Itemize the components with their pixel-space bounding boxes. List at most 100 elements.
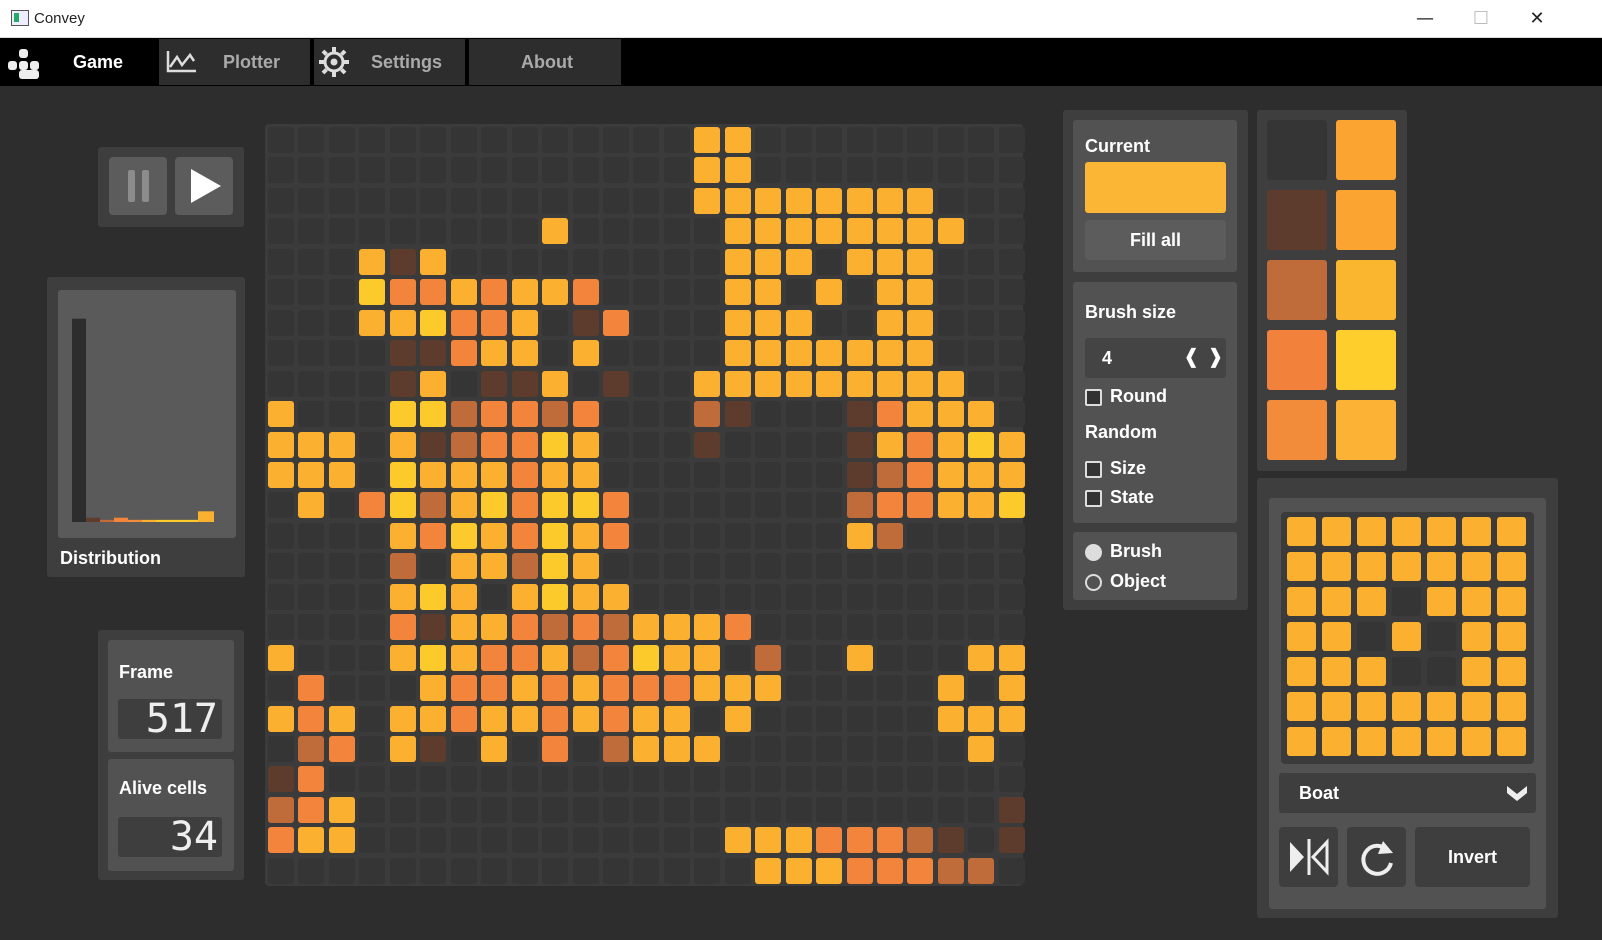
board-cell[interactable] (602, 309, 629, 336)
board-cell[interactable] (542, 340, 569, 367)
board-cell[interactable] (359, 522, 386, 549)
board-cell[interactable] (481, 492, 508, 519)
board-cell[interactable] (937, 127, 964, 153)
board-cell[interactable] (359, 248, 386, 275)
board-cell[interactable] (968, 340, 995, 367)
board-cell[interactable] (877, 705, 903, 732)
board-cell[interactable] (602, 705, 629, 732)
board-cell[interactable] (602, 766, 629, 793)
board-cell[interactable] (481, 644, 508, 671)
board-cell[interactable] (633, 157, 660, 184)
board-cell[interactable] (968, 157, 995, 184)
board-cell[interactable] (998, 644, 1025, 671)
board-cell[interactable] (359, 370, 386, 397)
board-cell[interactable] (450, 309, 477, 336)
board-cell[interactable] (602, 127, 629, 153)
board-cell[interactable] (359, 218, 386, 245)
board-cell[interactable] (998, 614, 1025, 641)
board-cell[interactable] (816, 766, 843, 793)
board-cell[interactable] (359, 644, 386, 671)
board-cell[interactable] (420, 492, 447, 519)
board-cell[interactable] (694, 736, 721, 762)
board-cell[interactable] (694, 553, 721, 580)
board-cell[interactable] (937, 340, 964, 367)
board-cell[interactable] (298, 401, 325, 428)
board-cell[interactable] (755, 431, 782, 458)
board-cell[interactable] (937, 431, 964, 458)
board-cell[interactable] (937, 187, 964, 214)
board-cell[interactable] (633, 644, 660, 671)
board-cell[interactable] (481, 766, 508, 793)
board-cell[interactable] (694, 309, 721, 336)
board-cell[interactable] (907, 675, 934, 702)
board-cell[interactable] (724, 492, 751, 519)
board-cell[interactable] (724, 157, 751, 184)
board-cell[interactable] (663, 614, 690, 641)
board-cell[interactable] (511, 644, 538, 671)
board-cell[interactable] (602, 857, 629, 884)
board-cell[interactable] (907, 644, 934, 671)
board-cell[interactable] (998, 218, 1025, 245)
board-cell[interactable] (724, 461, 751, 488)
board-cell[interactable] (846, 857, 873, 884)
board-cell[interactable] (450, 370, 477, 397)
board-cell[interactable] (755, 157, 782, 184)
board-cell[interactable] (846, 401, 873, 428)
board-cell[interactable] (816, 644, 843, 671)
board-cell[interactable] (298, 492, 325, 519)
board-cell[interactable] (877, 796, 903, 823)
board-cell[interactable] (907, 401, 934, 428)
board-cell[interactable] (816, 705, 843, 732)
board-cell[interactable] (968, 827, 995, 854)
board-cell[interactable] (481, 796, 508, 823)
board-cell[interactable] (572, 675, 599, 702)
board-cell[interactable] (816, 248, 843, 275)
board-cell[interactable] (816, 187, 843, 214)
board-cell[interactable] (724, 857, 751, 884)
board-cell[interactable] (389, 127, 416, 153)
board-cell[interactable] (389, 279, 416, 306)
board-cell[interactable] (816, 370, 843, 397)
board-cell[interactable] (572, 614, 599, 641)
board-cell[interactable] (359, 796, 386, 823)
increase-size-icon[interactable]: ❱ (1207, 344, 1224, 369)
board-cell[interactable] (298, 340, 325, 367)
board-cell[interactable] (359, 857, 386, 884)
board-cell[interactable] (937, 827, 964, 854)
board-cell[interactable] (511, 675, 538, 702)
board-cell[interactable] (998, 705, 1025, 732)
board-cell[interactable] (481, 736, 508, 762)
board-cell[interactable] (450, 796, 477, 823)
board-cell[interactable] (298, 857, 325, 884)
board-cell[interactable] (968, 736, 995, 762)
board-cell[interactable] (937, 157, 964, 184)
board-cell[interactable] (602, 644, 629, 671)
board-cell[interactable] (785, 279, 812, 306)
board-cell[interactable] (542, 492, 569, 519)
board-cell[interactable] (298, 614, 325, 641)
board-cell[interactable] (511, 309, 538, 336)
board-cell[interactable] (328, 461, 355, 488)
board-cell[interactable] (298, 431, 325, 458)
board-cell[interactable] (968, 248, 995, 275)
board-cell[interactable] (907, 522, 934, 549)
board-cell[interactable] (694, 461, 721, 488)
board-cell[interactable] (907, 248, 934, 275)
board-cell[interactable] (328, 492, 355, 519)
board-cell[interactable] (633, 796, 660, 823)
board-cell[interactable] (785, 827, 812, 854)
board-cell[interactable] (907, 583, 934, 610)
board-cell[interactable] (785, 675, 812, 702)
board-cell[interactable] (268, 614, 294, 641)
board-cell[interactable] (633, 736, 660, 762)
board-cell[interactable] (542, 675, 569, 702)
board-cell[interactable] (420, 553, 447, 580)
board-cell[interactable] (450, 553, 477, 580)
board-cell[interactable] (602, 675, 629, 702)
board-cell[interactable] (511, 127, 538, 153)
board-cell[interactable] (602, 248, 629, 275)
board-cell[interactable] (968, 461, 995, 488)
board-cell[interactable] (846, 614, 873, 641)
board-cell[interactable] (785, 309, 812, 336)
board-cell[interactable] (968, 675, 995, 702)
